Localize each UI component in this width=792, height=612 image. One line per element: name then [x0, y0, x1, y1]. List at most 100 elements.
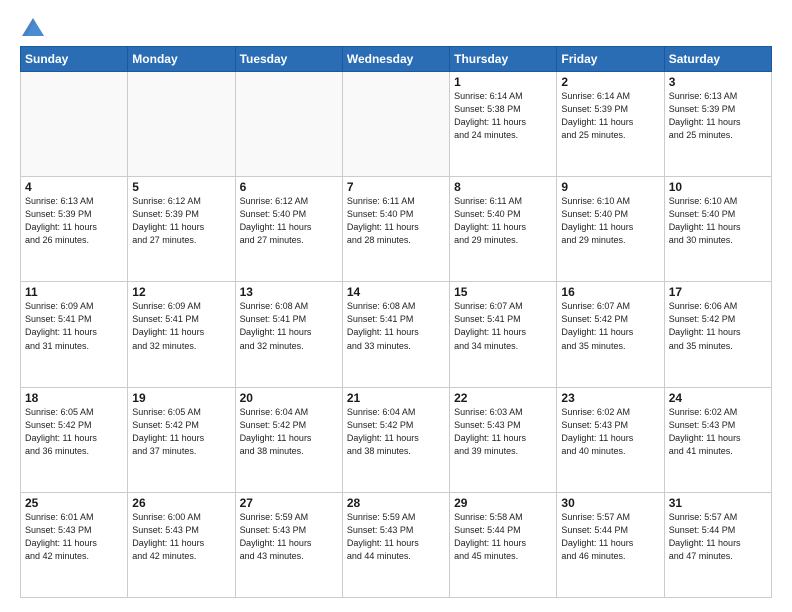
day-info: Sunrise: 5:57 AM Sunset: 5:44 PM Dayligh… — [669, 511, 767, 563]
calendar-cell: 8Sunrise: 6:11 AM Sunset: 5:40 PM Daylig… — [450, 177, 557, 282]
calendar-cell: 26Sunrise: 6:00 AM Sunset: 5:43 PM Dayli… — [128, 492, 235, 597]
page: SundayMondayTuesdayWednesdayThursdayFrid… — [0, 0, 792, 612]
calendar-cell: 10Sunrise: 6:10 AM Sunset: 5:40 PM Dayli… — [664, 177, 771, 282]
day-number: 17 — [669, 285, 767, 299]
day-number: 26 — [132, 496, 230, 510]
calendar-week-1: 1Sunrise: 6:14 AM Sunset: 5:38 PM Daylig… — [21, 72, 772, 177]
calendar-cell: 12Sunrise: 6:09 AM Sunset: 5:41 PM Dayli… — [128, 282, 235, 387]
calendar-cell: 24Sunrise: 6:02 AM Sunset: 5:43 PM Dayli… — [664, 387, 771, 492]
day-number: 10 — [669, 180, 767, 194]
day-info: Sunrise: 6:04 AM Sunset: 5:42 PM Dayligh… — [240, 406, 338, 458]
day-number: 18 — [25, 391, 123, 405]
calendar-table: SundayMondayTuesdayWednesdayThursdayFrid… — [20, 46, 772, 598]
calendar-cell: 16Sunrise: 6:07 AM Sunset: 5:42 PM Dayli… — [557, 282, 664, 387]
col-header-monday: Monday — [128, 47, 235, 72]
day-number: 20 — [240, 391, 338, 405]
day-info: Sunrise: 6:07 AM Sunset: 5:41 PM Dayligh… — [454, 300, 552, 352]
calendar-cell: 17Sunrise: 6:06 AM Sunset: 5:42 PM Dayli… — [664, 282, 771, 387]
day-info: Sunrise: 6:10 AM Sunset: 5:40 PM Dayligh… — [561, 195, 659, 247]
calendar-cell: 21Sunrise: 6:04 AM Sunset: 5:42 PM Dayli… — [342, 387, 449, 492]
col-header-thursday: Thursday — [450, 47, 557, 72]
calendar-cell — [128, 72, 235, 177]
day-info: Sunrise: 6:10 AM Sunset: 5:40 PM Dayligh… — [669, 195, 767, 247]
logo-icon — [22, 18, 44, 36]
calendar-cell: 20Sunrise: 6:04 AM Sunset: 5:42 PM Dayli… — [235, 387, 342, 492]
day-number: 7 — [347, 180, 445, 194]
day-info: Sunrise: 6:11 AM Sunset: 5:40 PM Dayligh… — [347, 195, 445, 247]
day-number: 6 — [240, 180, 338, 194]
day-number: 12 — [132, 285, 230, 299]
day-info: Sunrise: 6:01 AM Sunset: 5:43 PM Dayligh… — [25, 511, 123, 563]
day-info: Sunrise: 5:59 AM Sunset: 5:43 PM Dayligh… — [347, 511, 445, 563]
calendar-cell: 30Sunrise: 5:57 AM Sunset: 5:44 PM Dayli… — [557, 492, 664, 597]
calendar-cell: 4Sunrise: 6:13 AM Sunset: 5:39 PM Daylig… — [21, 177, 128, 282]
day-number: 23 — [561, 391, 659, 405]
day-info: Sunrise: 5:57 AM Sunset: 5:44 PM Dayligh… — [561, 511, 659, 563]
day-info: Sunrise: 6:13 AM Sunset: 5:39 PM Dayligh… — [669, 90, 767, 142]
day-number: 4 — [25, 180, 123, 194]
day-info: Sunrise: 6:08 AM Sunset: 5:41 PM Dayligh… — [347, 300, 445, 352]
day-info: Sunrise: 6:11 AM Sunset: 5:40 PM Dayligh… — [454, 195, 552, 247]
calendar-cell: 7Sunrise: 6:11 AM Sunset: 5:40 PM Daylig… — [342, 177, 449, 282]
day-number: 24 — [669, 391, 767, 405]
calendar-cell: 15Sunrise: 6:07 AM Sunset: 5:41 PM Dayli… — [450, 282, 557, 387]
calendar-cell — [342, 72, 449, 177]
calendar-cell: 31Sunrise: 5:57 AM Sunset: 5:44 PM Dayli… — [664, 492, 771, 597]
day-info: Sunrise: 6:14 AM Sunset: 5:38 PM Dayligh… — [454, 90, 552, 142]
day-info: Sunrise: 6:05 AM Sunset: 5:42 PM Dayligh… — [25, 406, 123, 458]
day-number: 8 — [454, 180, 552, 194]
day-number: 16 — [561, 285, 659, 299]
day-number: 25 — [25, 496, 123, 510]
col-header-saturday: Saturday — [664, 47, 771, 72]
calendar-cell: 29Sunrise: 5:58 AM Sunset: 5:44 PM Dayli… — [450, 492, 557, 597]
calendar-cell: 1Sunrise: 6:14 AM Sunset: 5:38 PM Daylig… — [450, 72, 557, 177]
day-info: Sunrise: 6:13 AM Sunset: 5:39 PM Dayligh… — [25, 195, 123, 247]
day-number: 21 — [347, 391, 445, 405]
day-number: 1 — [454, 75, 552, 89]
day-info: Sunrise: 6:08 AM Sunset: 5:41 PM Dayligh… — [240, 300, 338, 352]
calendar-cell: 9Sunrise: 6:10 AM Sunset: 5:40 PM Daylig… — [557, 177, 664, 282]
day-number: 22 — [454, 391, 552, 405]
day-info: Sunrise: 6:14 AM Sunset: 5:39 PM Dayligh… — [561, 90, 659, 142]
day-info: Sunrise: 6:09 AM Sunset: 5:41 PM Dayligh… — [25, 300, 123, 352]
day-number: 5 — [132, 180, 230, 194]
day-number: 3 — [669, 75, 767, 89]
calendar-header-row: SundayMondayTuesdayWednesdayThursdayFrid… — [21, 47, 772, 72]
calendar-cell: 25Sunrise: 6:01 AM Sunset: 5:43 PM Dayli… — [21, 492, 128, 597]
day-number: 31 — [669, 496, 767, 510]
day-info: Sunrise: 6:12 AM Sunset: 5:40 PM Dayligh… — [240, 195, 338, 247]
calendar-cell: 23Sunrise: 6:02 AM Sunset: 5:43 PM Dayli… — [557, 387, 664, 492]
calendar-cell: 6Sunrise: 6:12 AM Sunset: 5:40 PM Daylig… — [235, 177, 342, 282]
day-number: 14 — [347, 285, 445, 299]
calendar-week-4: 18Sunrise: 6:05 AM Sunset: 5:42 PM Dayli… — [21, 387, 772, 492]
calendar-cell: 28Sunrise: 5:59 AM Sunset: 5:43 PM Dayli… — [342, 492, 449, 597]
col-header-tuesday: Tuesday — [235, 47, 342, 72]
day-number: 11 — [25, 285, 123, 299]
day-info: Sunrise: 6:09 AM Sunset: 5:41 PM Dayligh… — [132, 300, 230, 352]
calendar-cell: 19Sunrise: 6:05 AM Sunset: 5:42 PM Dayli… — [128, 387, 235, 492]
day-info: Sunrise: 6:06 AM Sunset: 5:42 PM Dayligh… — [669, 300, 767, 352]
day-number: 9 — [561, 180, 659, 194]
day-info: Sunrise: 6:12 AM Sunset: 5:39 PM Dayligh… — [132, 195, 230, 247]
calendar-cell: 5Sunrise: 6:12 AM Sunset: 5:39 PM Daylig… — [128, 177, 235, 282]
header — [20, 18, 772, 36]
calendar-cell — [235, 72, 342, 177]
calendar-body: 1Sunrise: 6:14 AM Sunset: 5:38 PM Daylig… — [21, 72, 772, 598]
day-number: 28 — [347, 496, 445, 510]
day-info: Sunrise: 6:05 AM Sunset: 5:42 PM Dayligh… — [132, 406, 230, 458]
day-info: Sunrise: 6:02 AM Sunset: 5:43 PM Dayligh… — [669, 406, 767, 458]
calendar-cell: 13Sunrise: 6:08 AM Sunset: 5:41 PM Dayli… — [235, 282, 342, 387]
calendar-cell — [21, 72, 128, 177]
col-header-wednesday: Wednesday — [342, 47, 449, 72]
day-number: 15 — [454, 285, 552, 299]
day-info: Sunrise: 6:03 AM Sunset: 5:43 PM Dayligh… — [454, 406, 552, 458]
calendar-week-2: 4Sunrise: 6:13 AM Sunset: 5:39 PM Daylig… — [21, 177, 772, 282]
day-number: 27 — [240, 496, 338, 510]
calendar-week-5: 25Sunrise: 6:01 AM Sunset: 5:43 PM Dayli… — [21, 492, 772, 597]
calendar-cell: 27Sunrise: 5:59 AM Sunset: 5:43 PM Dayli… — [235, 492, 342, 597]
day-info: Sunrise: 6:02 AM Sunset: 5:43 PM Dayligh… — [561, 406, 659, 458]
calendar-cell: 14Sunrise: 6:08 AM Sunset: 5:41 PM Dayli… — [342, 282, 449, 387]
calendar-cell: 22Sunrise: 6:03 AM Sunset: 5:43 PM Dayli… — [450, 387, 557, 492]
logo — [20, 18, 45, 36]
day-number: 29 — [454, 496, 552, 510]
